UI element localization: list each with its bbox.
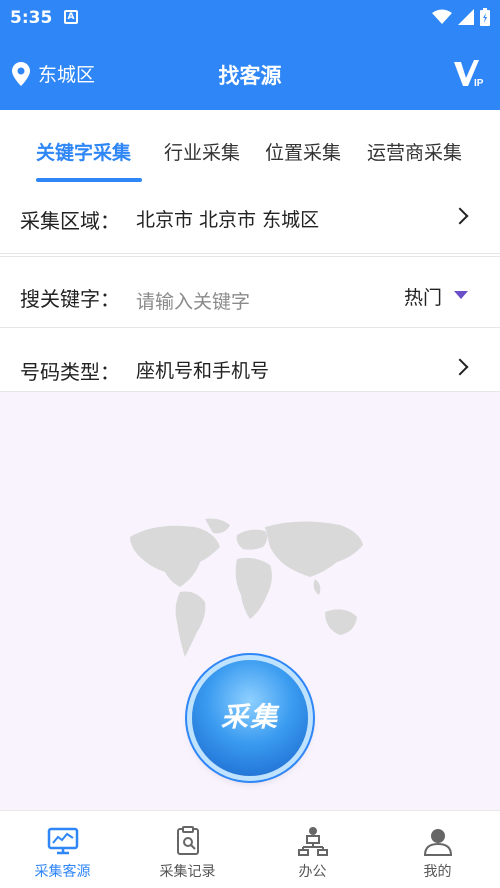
nav-label: 我的 [423,864,452,880]
tab-industry-collect[interactable]: 行业采集 [164,138,240,165]
keyword-label: 搜关键字： [20,287,120,311]
number-type-label: 号码类型： [20,360,120,384]
user-profile-icon [423,829,452,856]
chevron-right-icon [451,207,469,225]
nav-office[interactable]: 办公 [250,817,375,881]
status-bar: 5:35 A [0,0,500,36]
keyword-row: 搜关键字： 请输入关键字 热门 [0,256,500,328]
status-time: 5:35 [10,8,53,28]
world-map-icon [130,518,363,657]
tab-location-collect[interactable]: 位置采集 [265,138,341,165]
region-value: 北京市 北京市 东城区 [136,209,320,231]
nav-collect-records[interactable]: 采集记录 [125,817,250,881]
bottom-navigation: 采集客源 采集记录 办公 我的 [0,810,500,888]
top-bar: 5:35 A 东城区 找客源 IP [0,0,500,110]
monitor-chart-icon [47,827,78,855]
wifi-icon [432,9,452,24]
tab-keyword-collect[interactable]: 关键字采集 [36,138,131,165]
nav-label: 办公 [298,864,327,880]
nav-label: 采集记录 [159,864,216,880]
vip-icon[interactable]: IP [452,58,486,88]
chevron-right-icon [451,358,469,376]
collect-button[interactable]: 采集 [192,660,308,776]
signal-icon [458,9,474,25]
region-row[interactable]: 采集区域： 北京市 北京市 东城区 [0,190,500,254]
svg-text:IP: IP [474,78,484,88]
active-tab-indicator [36,178,142,182]
hot-keywords-dropdown[interactable]: 热门 [404,283,442,310]
collect-area: 采集 [0,392,500,810]
system-icons [432,8,490,26]
app-header: 东城区 找客源 IP [0,44,500,104]
battery-icon [480,8,490,26]
region-label: 采集区域： [20,209,120,233]
tab-carrier-collect[interactable]: 运营商采集 [367,138,462,165]
page-title: 找客源 [218,64,282,88]
nav-label: 采集客源 [34,864,91,880]
notification-a-icon: A [64,10,78,24]
keyword-input[interactable]: 请输入关键字 [136,287,250,314]
nav-collect-customers[interactable]: 采集客源 [0,817,125,881]
clipboard-search-icon [176,826,199,855]
office-network-icon [297,827,328,856]
number-type-value: 座机号和手机号 [136,360,270,382]
number-type-row[interactable]: 号码类型： 座机号和手机号 [0,330,500,392]
dropdown-triangle-icon[interactable] [454,291,468,299]
nav-mine[interactable]: 我的 [375,817,500,881]
